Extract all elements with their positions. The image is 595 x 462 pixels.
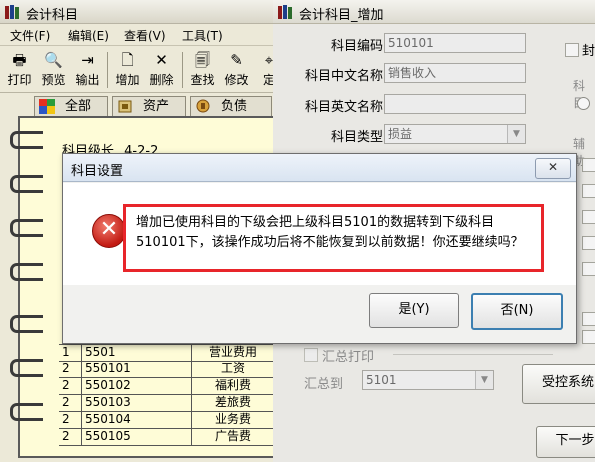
toolbar-separator	[182, 52, 183, 88]
aux-checkbox[interactable]	[582, 210, 595, 224]
account-settings-dialog: 科目设置 ✕ ✕ 增加已使用科目的下级会把上级科目5101的数据转到下级科目51…	[62, 153, 577, 344]
tab-assets[interactable]: 资产	[112, 96, 186, 117]
liabilities-icon	[196, 99, 210, 113]
chevron-down-icon[interactable]: ▼	[475, 371, 493, 389]
close-button[interactable]: ✕	[535, 158, 571, 179]
assets-icon	[118, 100, 132, 113]
english-name-field[interactable]	[384, 94, 526, 114]
add-button[interactable]: 🗋 增加	[111, 49, 144, 91]
next-step-button[interactable]: 下一步	[536, 426, 595, 458]
accounts-titlebar[interactable]: 会计科目	[0, 0, 282, 24]
account-type-value: 损益	[388, 127, 413, 141]
no-button[interactable]: 否(N)	[471, 293, 563, 330]
binder-ring	[10, 315, 43, 333]
account-type-select[interactable]: 损益 ▼	[384, 124, 526, 144]
yes-button[interactable]: 是(Y)	[369, 293, 459, 328]
add-account-title: 会计科目_增加	[299, 8, 384, 23]
table-row[interactable]: 2 550105 广告费	[59, 429, 275, 446]
table-row[interactable]: 1 5501 营业费用	[59, 344, 275, 362]
dialog-titlebar[interactable]: 科目设置 ✕	[63, 154, 576, 182]
aux-checkbox[interactable]	[582, 184, 595, 198]
binder-ring	[10, 263, 43, 281]
dialog-body: ✕ 增加已使用科目的下级会把上级科目5101的数据转到下级科目510101下，该…	[63, 183, 576, 285]
aux-checkbox[interactable]	[582, 236, 595, 250]
menu-view[interactable]: 查看(V)	[124, 27, 166, 44]
toolbar-separator	[107, 52, 108, 88]
group-divider	[393, 354, 553, 355]
modify-button[interactable]: ✎ 修改	[220, 49, 253, 91]
export-icon: ⇥	[81, 51, 94, 69]
modify-pencil-icon: ✎	[230, 51, 243, 69]
aux-checkbox[interactable]	[582, 158, 595, 172]
message-highlight-box	[123, 204, 544, 272]
table-row[interactable]: 2 550102 福利费	[59, 378, 275, 395]
account-code-field[interactable]: 510101	[384, 33, 526, 53]
tab-liabilities[interactable]: 负债	[190, 96, 272, 117]
account-code-label: 科目编码	[330, 39, 383, 54]
flag-icon	[39, 99, 55, 114]
summary-to-value: 5101	[366, 373, 397, 387]
print-button[interactable]: 🖶 打印	[3, 49, 36, 91]
printer-icon: 🖶	[12, 51, 27, 69]
accounts-title: 会计科目	[26, 8, 79, 23]
table-row[interactable]: 2 550103 差旅费	[59, 395, 275, 412]
summary-print-label: 汇总打印	[322, 350, 375, 365]
toolbar: 🖶 打印 🔍 预览 ⇥ 输出 🗋 增加 ✕ 删除 🗐 查找 ✎ 修改 ⌖ 定	[0, 47, 282, 93]
summary-to-label: 汇总到	[304, 377, 344, 392]
find-button[interactable]: 🗐 查找	[186, 49, 219, 91]
category-tabs: 全部 资产 负债	[22, 95, 282, 117]
table-row[interactable]: 2 550101 工资	[59, 361, 275, 378]
app-books-icon	[5, 5, 19, 19]
find-icon: 🗐	[195, 51, 210, 69]
add-icon: 🗋	[121, 51, 134, 69]
preview-button[interactable]: 🔍 预览	[37, 49, 70, 91]
chevron-down-icon[interactable]: ▼	[507, 125, 525, 143]
dialog-title: 科目设置	[71, 164, 124, 179]
account-type-label: 科目类型	[330, 130, 383, 145]
menu-tools[interactable]: 工具(T)	[182, 27, 223, 44]
nature-radio[interactable]	[577, 97, 590, 110]
menu-bar: 文件(F) 编辑(E) 查看(V) 工具(T)	[0, 24, 282, 46]
close-icon: ✕	[547, 160, 559, 174]
seal-checkbox[interactable]	[565, 43, 579, 57]
binder-ring	[10, 359, 43, 377]
export-button[interactable]: ⇥ 输出	[71, 49, 104, 91]
binder-ring	[10, 175, 43, 193]
menu-file[interactable]: 文件(F)	[10, 27, 50, 44]
controlled-system-button[interactable]: 受控系统	[522, 364, 595, 404]
summary-print-checkbox[interactable]	[304, 348, 318, 362]
menu-edit[interactable]: 编辑(E)	[68, 27, 109, 44]
delete-icon: ✕	[155, 51, 168, 69]
tab-all[interactable]: 全部	[34, 96, 108, 117]
binder-ring	[10, 403, 43, 421]
error-icon: ✕	[92, 214, 126, 248]
summary-to-select[interactable]: 5101 ▼	[362, 370, 494, 390]
aux-checkbox[interactable]	[582, 330, 595, 344]
aux-checkbox[interactable]	[582, 262, 595, 276]
add-account-titlebar[interactable]: 会计科目_增加	[273, 0, 595, 24]
binder-ring	[10, 219, 43, 237]
app-books-icon	[278, 5, 292, 19]
binder-ring	[10, 131, 43, 149]
english-name-label: 科目英文名称	[304, 100, 383, 115]
table-row[interactable]: 2 550104 业务费	[59, 412, 275, 429]
chinese-name-field[interactable]: 销售收入	[384, 63, 526, 83]
delete-button[interactable]: ✕ 删除	[145, 49, 178, 91]
chinese-name-label: 科目中文名称	[304, 69, 383, 84]
seal-label: 封	[582, 44, 595, 59]
preview-icon: 🔍	[44, 51, 63, 69]
aux-checkbox[interactable]	[582, 312, 595, 326]
